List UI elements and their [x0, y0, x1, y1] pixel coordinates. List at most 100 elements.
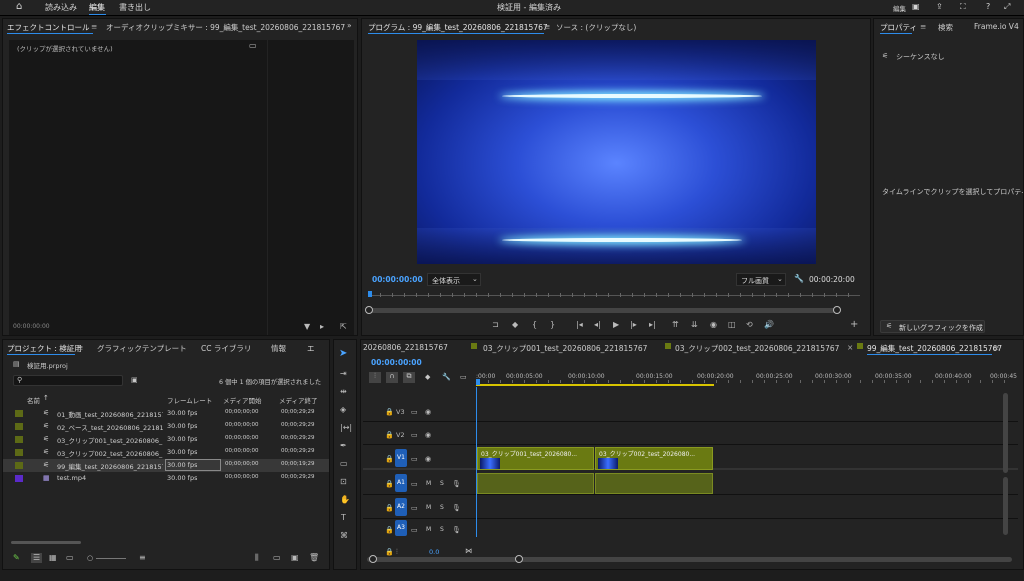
freeform-view-icon[interactable]: ▭ [66, 554, 74, 562]
rectangle-icon[interactable]: ▭ [340, 460, 348, 468]
new-bin-icon[interactable]: ▭ [273, 554, 281, 562]
menu-edit[interactable]: 編集 [89, 2, 105, 13]
label-swatch[interactable] [15, 475, 23, 482]
scroll-handle-left[interactable] [365, 306, 373, 314]
tab-source[interactable]: ソース : (クリップなし) [556, 22, 636, 33]
solo-button[interactable]: S [440, 526, 444, 533]
horizontal-scrollbar[interactable] [11, 541, 81, 544]
label-swatch[interactable] [15, 423, 23, 430]
time-ruler[interactable]: :00:00 00:00:05:00 00:00:10:00 00:00:15:… [476, 369, 1017, 387]
tab-menu-icon[interactable]: ≡ [77, 343, 83, 352]
list-item[interactable]: ▦ test.mp4 30.00 fps 00;00;00;00 00;00;2… [3, 472, 329, 485]
track-target-a3[interactable]: A3 [395, 520, 407, 536]
caption-track-icon[interactable]: ▭ [460, 373, 467, 381]
col-framerate[interactable]: フレームレート [167, 395, 212, 405]
sync-icon[interactable]: ▭ [411, 504, 418, 512]
track-target-v1[interactable]: V1 [395, 449, 407, 467]
pen-icon[interactable]: ✒ [340, 442, 347, 450]
col-name[interactable]: 名前 [27, 395, 40, 405]
tab-seq-active[interactable]: 99_編集_test_20260806_221815767 [867, 343, 1002, 354]
mixer-icon[interactable]: ⫶ [396, 548, 398, 557]
mic-icon[interactable]: 🎙 [452, 504, 461, 512]
marker-icon[interactable]: ◆ [425, 373, 430, 381]
tab-more[interactable]: エ [307, 343, 315, 354]
video-clip-2[interactable]: 03_クリップ002_test_2026080... [595, 447, 713, 470]
slip-icon[interactable]: |↔| [340, 424, 352, 432]
snap-icon[interactable]: ∩ [386, 372, 398, 383]
master-lock-icon[interactable]: 🔒 [385, 548, 394, 556]
play-icon[interactable]: ▶ [613, 321, 619, 329]
out-point-icon[interactable]: } [550, 321, 555, 329]
tab-seq-2[interactable]: 03_クリップ001_test_20260806_221815767 [483, 343, 647, 354]
list-item[interactable]: ⚟ 01_動画_test_20260806_2218157 30.00 fps … [3, 407, 329, 420]
zoom-select[interactable]: 全体表示 ⌄ [427, 273, 481, 286]
playhead-handle[interactable] [476, 379, 480, 385]
lock-icon[interactable]: 🔒 [385, 480, 394, 488]
play-only-icon[interactable]: ▸ [320, 323, 324, 331]
step-back-icon[interactable]: ◂| [594, 321, 601, 329]
scroll-handle-left[interactable] [369, 555, 377, 563]
nest-icon[interactable]: ⫶ [369, 372, 381, 383]
razor-icon[interactable]: ◈ [340, 406, 346, 414]
label-swatch[interactable] [15, 449, 23, 456]
mute-button[interactable]: M [426, 504, 431, 511]
search-input[interactable]: ⚲ [13, 375, 123, 386]
solo-button[interactable]: S [440, 480, 444, 487]
lock-icon[interactable]: 🔒 [385, 504, 394, 512]
end-marker-icon[interactable]: ⋈ [465, 547, 472, 555]
label-swatch[interactable] [15, 410, 23, 417]
panel-icon[interactable]: ▣ [912, 2, 920, 11]
menu-export[interactable]: 書き出し [119, 2, 151, 13]
col-media-end[interactable]: メディア終了 [279, 395, 318, 405]
video-frame[interactable] [417, 40, 816, 264]
lift-icon[interactable]: ⇈ [672, 321, 679, 329]
pencil-icon[interactable]: ✎ [13, 554, 20, 562]
track-select-icon[interactable]: ⇥ [340, 370, 347, 378]
trash-icon[interactable]: 🗑 [309, 554, 319, 562]
home-icon[interactable]: ⌂ [16, 1, 22, 12]
add-button-icon[interactable]: + [850, 320, 858, 330]
marker-icon[interactable]: ◆ [512, 321, 518, 329]
tab-menu-icon[interactable]: ≡ [920, 22, 926, 31]
audio-clip-1[interactable] [477, 473, 594, 494]
crop-icon[interactable]: ⊡ [340, 478, 347, 486]
sync-icon[interactable]: ▭ [411, 526, 418, 534]
fullscreen-icon[interactable]: ⛶ [960, 2, 966, 12]
sync-icon[interactable]: ▭ [411, 480, 418, 488]
ripple-edit-icon[interactable]: ⇹ [340, 388, 347, 396]
list-item-selected[interactable]: ⚟ 99_編集_test_20260806_2218157 30.00 fps … [3, 459, 329, 472]
workspace-label[interactable]: 編集 [893, 3, 906, 13]
zoom-slider[interactable] [96, 558, 126, 559]
col-media-start[interactable]: メディア開始 [223, 395, 262, 405]
loop-icon[interactable]: ⟲ [746, 321, 753, 329]
close-icon[interactable]: × [847, 343, 853, 352]
in-point-icon[interactable]: { [532, 321, 537, 329]
video-clip-1[interactable]: 03_クリップ001_test_2026080... [477, 447, 594, 470]
hand-icon[interactable]: ✋ [340, 496, 350, 504]
playhead-line[interactable] [476, 387, 477, 537]
lock-icon[interactable]: 🔒 [385, 526, 394, 534]
tab-seq-1[interactable]: 20260806_221815767 [363, 343, 448, 352]
track-target-a1[interactable]: A1 [395, 474, 407, 492]
bin-search-icon[interactable]: ⫼ [255, 554, 259, 562]
tab-search[interactable]: 検索 [938, 22, 953, 33]
type-icon[interactable]: T [341, 514, 346, 522]
wrench-icon[interactable]: 🔧 [794, 274, 804, 283]
extract-icon[interactable]: ⇊ [691, 321, 698, 329]
track-target-a2[interactable]: A2 [395, 498, 407, 516]
sync-icon[interactable]: ▭ [411, 431, 418, 439]
timeline-timecode[interactable]: 00:00:00:00 [371, 358, 422, 367]
more-panels-icon[interactable]: » [347, 21, 352, 30]
label-swatch[interactable] [15, 462, 23, 469]
mark-in-icon[interactable]: ⊐ [492, 321, 499, 329]
sync-icon[interactable]: ▭ [411, 408, 418, 416]
lock-icon[interactable]: 🔒 [385, 408, 394, 416]
scroll-handle-right[interactable] [515, 555, 523, 563]
eye-icon[interactable]: ◉ [425, 431, 431, 439]
tab-info[interactable]: 情報 [271, 343, 286, 354]
zoom-scrollbar[interactable] [365, 306, 841, 314]
menu-import[interactable]: 読み込み [45, 2, 77, 13]
master-volume[interactable]: 0.0 [429, 548, 439, 556]
list-item[interactable]: ⚟ 02_ベース_test_20260806_22181 30.00 fps 0… [3, 420, 329, 433]
zoom-slider-icon[interactable]: ○ [87, 554, 93, 562]
